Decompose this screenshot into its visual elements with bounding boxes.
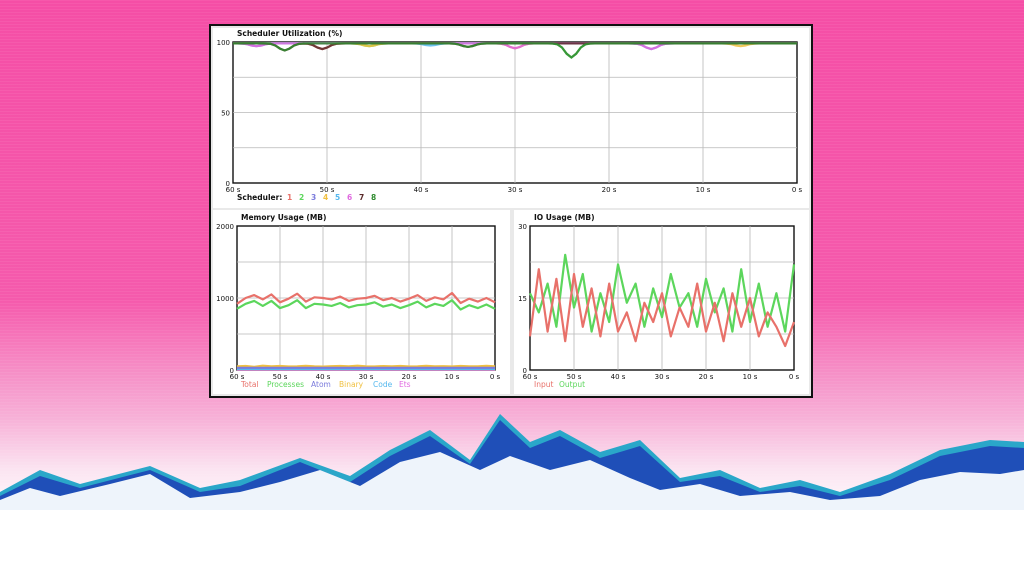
y-tick-label: 50 — [221, 110, 230, 118]
x-tick-label: 40 s — [611, 373, 626, 381]
legend-entry: 7 — [359, 193, 364, 202]
x-tick-label: 0 s — [789, 373, 800, 381]
x-tick-label: 0 s — [490, 373, 501, 381]
x-tick-label: 10 s — [445, 373, 460, 381]
legend-entry: Processes — [267, 380, 304, 389]
x-tick-label: 30 s — [508, 186, 523, 194]
io-usage-panel: IO Usage (MB) 60 s 50 s 40 s 30 s 20 s 10 s0 s… — [514, 210, 809, 394]
legend-entry: 6 — [347, 193, 352, 202]
legend-entry: Output — [559, 380, 585, 389]
legend-entry: Input — [534, 380, 553, 389]
mountain-background — [0, 414, 1024, 576]
y-tick-label: 0 — [523, 367, 527, 375]
legend-entry: Atom — [311, 380, 331, 389]
y-tick-label: 1000 — [216, 295, 234, 303]
y-tick-label: 0 — [226, 180, 230, 188]
y-tick-label: 2000 — [216, 223, 234, 231]
chart-title: Memory Usage (MB) — [241, 213, 326, 222]
memory-usage-chart: Memory Usage (MB)60 s 50 s 40 s 30 s 20 s 10 … — [216, 213, 501, 389]
x-tick-label: 20 s — [699, 373, 714, 381]
legend-entry: 5 — [335, 193, 340, 202]
legend-entry: Total — [240, 380, 259, 389]
scheduler-utilization-chart: Scheduler Utilization (%)60 s 50 s 40 s 30 … — [217, 29, 803, 202]
legend-title: Scheduler: — [237, 193, 282, 202]
y-tick-label: 30 — [518, 223, 527, 231]
x-tick-label: 10 s — [696, 186, 711, 194]
x-tick-label: 40 s — [414, 186, 429, 194]
x-tick-label: 0 s — [792, 186, 803, 194]
legend-entry: 3 — [311, 193, 316, 202]
io-usage-chart: IO Usage (MB)60 s 50 s 40 s 30 s 20 s 10 s0 s… — [518, 213, 800, 389]
legend-entry: 4 — [323, 193, 328, 202]
legend-entry: Binary — [339, 380, 364, 389]
legend-entry: Code — [373, 380, 393, 389]
scheduler-utilization-panel: Scheduler Utilization (%) 60 s 50 s 40 s 30 … — [213, 28, 809, 208]
legend-entry: Ets — [399, 380, 411, 389]
observer-window: Scheduler Utilization (%) 60 s 50 s 40 s 30 … — [209, 24, 813, 398]
x-tick-label: 30 s — [655, 373, 670, 381]
y-tick-label: 100 — [217, 39, 230, 47]
x-tick-label: 10 s — [743, 373, 758, 381]
legend-entry: 8 — [371, 193, 376, 202]
chart-title: Scheduler Utilization (%) — [237, 29, 342, 38]
y-tick-label: 15 — [518, 295, 527, 303]
memory-usage-panel: Memory Usage (MB) 60 s 50 s 40 s 30 s 20 s 10 … — [213, 210, 510, 394]
mountain-range — [0, 414, 1024, 576]
chart-title: IO Usage (MB) — [534, 213, 595, 222]
x-tick-label: 20 s — [602, 186, 617, 194]
legend-entry: 1 — [287, 193, 292, 202]
y-tick-label: 0 — [230, 367, 234, 375]
legend-entry: 2 — [299, 193, 304, 202]
binary-line — [236, 364, 496, 368]
